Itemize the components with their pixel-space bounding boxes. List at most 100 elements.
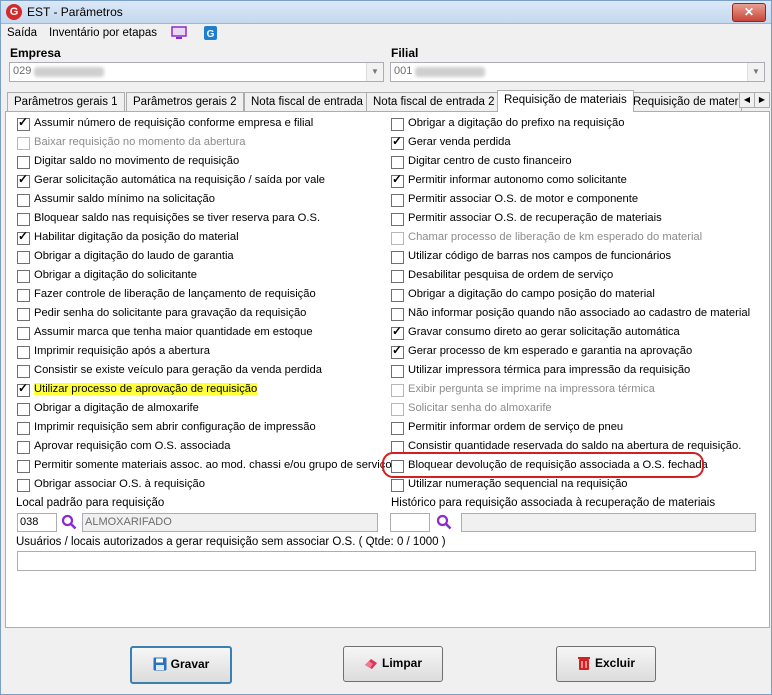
option-label: Assumir saldo mínimo na solicitação [34,193,215,205]
chevron-right-icon[interactable]: ▶ [754,92,770,108]
main-window: G EST - Parâmetros ✕ Saída Inventário po… [0,0,772,695]
local-padrao-label: Local padrão para requisição [16,497,165,509]
checkbox[interactable] [391,270,404,283]
option-label: Obrigar a digitação do campo posição do … [408,288,655,300]
checkmark-icon: ✓ [392,134,403,148]
historico-label: Histórico para requisição associada à re… [391,497,716,509]
checkbox [17,137,30,150]
checkmark-icon: ✓ [18,115,29,129]
monitor-icon[interactable] [171,26,187,40]
checkmark-icon: ✓ [18,381,29,395]
menu-item-inventario[interactable]: Inventário por etapas [49,27,157,39]
chevron-left-icon[interactable]: ◀ [739,92,755,108]
option-label: Obrigar associar O.S. à requisição [34,478,205,490]
usuarios-grid[interactable] [17,551,756,571]
empresa-value: 029 [13,65,32,77]
tab-nota-fiscal-entrada[interactable]: Nota fiscal de entrada [244,92,370,111]
option-label: Fazer controle de liberação de lançament… [34,288,316,300]
filial-value: 001 [394,65,413,77]
clear-button[interactable]: Limpar [343,646,443,682]
checkbox [391,403,404,416]
checkbox[interactable] [391,460,404,473]
option-label: Gravar consumo direto ao gerar solicitaç… [408,326,680,338]
tab-parametros-gerais-2[interactable]: Parâmetros gerais 2 [126,92,244,111]
checkbox[interactable] [391,479,404,492]
tab-parametros-gerais-1[interactable]: Parâmetros gerais 1 [7,92,125,111]
tab-nota-fiscal-entrada-2[interactable]: Nota fiscal de entrada 2 [366,92,502,111]
checkbox[interactable] [17,270,30,283]
filial-select[interactable]: 001 ▼ [390,62,765,82]
checkbox[interactable] [17,194,30,207]
checkbox[interactable] [391,365,404,378]
chevron-down-icon[interactable]: ▼ [366,63,383,81]
option-label: Obrigar a digitação de almoxarife [34,402,199,414]
tab-panel: ✓ Assumir número de requisição conforme e… [5,111,770,628]
checkbox[interactable] [17,441,30,454]
checkbox[interactable]: ✓ [17,115,30,131]
option-label: Utilizar numeração sequencial na requisi… [408,478,628,490]
checkbox[interactable] [391,156,404,169]
search-icon[interactable] [436,514,452,530]
chevron-down-icon[interactable]: ▼ [747,63,764,81]
checkbox[interactable] [17,289,30,302]
option-label: Permitir informar ordem de serviço de pn… [408,421,624,433]
checkbox[interactable]: ✓ [391,325,404,340]
delete-label: Excluir [594,656,636,670]
checkbox[interactable] [17,403,30,416]
search-icon[interactable] [61,514,77,530]
checkbox[interactable] [17,308,30,321]
option-label: Desabilitar pesquisa de ordem de serviço [408,269,614,281]
checkbox[interactable]: ✓ [391,344,404,359]
checkbox[interactable] [17,460,30,473]
checkbox[interactable] [17,365,30,378]
tab-requisicao-materiais-2[interactable]: Requisição de materi [626,92,742,111]
close-button[interactable]: ✕ [732,3,766,22]
checkbox[interactable] [391,308,404,321]
checkbox[interactable]: ✓ [17,229,30,245]
checkbox[interactable] [391,422,404,435]
option-label: Não informar posição quando não associad… [408,307,751,319]
option-label: Consistir se existe veículo para geração… [34,364,322,376]
option-label: Exibir pergunta se imprime na impressora… [408,383,655,395]
checkbox[interactable] [391,213,404,226]
checkbox[interactable]: ✓ [391,173,404,188]
save-label: Gravar [170,657,210,671]
empresa-label: Empresa [10,46,61,60]
window-title: EST - Parâmetros [27,5,123,19]
tab-scroll: ◀ ▶ [739,92,770,108]
delete-button[interactable]: Excluir [556,646,656,682]
tab-requisicao-materiais[interactable]: Requisição de materiais [497,90,634,112]
option-label: Aprovar requisição com O.S. associada [34,440,231,452]
menu-item-saida[interactable]: Saída [7,27,37,39]
empresa-select[interactable]: 029 ▼ [9,62,384,82]
checkbox[interactable] [391,441,404,454]
floppy-disk-icon [153,657,167,671]
checkbox[interactable] [17,422,30,435]
checkbox[interactable] [17,213,30,226]
option-label: Bloquear saldo nas requisições se tiver … [34,212,321,224]
option-label: Digitar centro de custo financeiro [408,155,572,167]
clear-label: Limpar [381,656,422,670]
checkbox[interactable] [17,479,30,492]
checkbox[interactable]: ✓ [17,173,30,188]
checkbox[interactable] [391,251,404,264]
local-padrao-code-input[interactable]: 038 [17,513,57,532]
checkbox[interactable]: ✓ [391,134,404,150]
empresa-redacted [34,67,104,77]
checkbox[interactable] [17,346,30,359]
svg-text:G: G [207,29,215,40]
checkbox[interactable] [17,327,30,340]
option-label: Imprimir requisição sem abrir configuraç… [34,421,316,433]
checkmark-icon: ✓ [18,229,29,243]
option-label: Consistir quantidade reservada do saldo … [408,440,742,452]
checkbox[interactable]: ✓ [17,381,30,397]
save-button[interactable]: Gravar [130,646,232,684]
checkbox[interactable] [17,156,30,169]
app-shortcut-icon[interactable]: G [203,26,219,40]
option-label: Gerar processo de km esperado e garantia… [408,345,693,357]
checkbox[interactable] [391,289,404,302]
historico-code-input[interactable] [390,513,430,532]
checkbox[interactable] [391,118,404,131]
checkbox[interactable] [391,194,404,207]
checkbox[interactable] [17,251,30,264]
